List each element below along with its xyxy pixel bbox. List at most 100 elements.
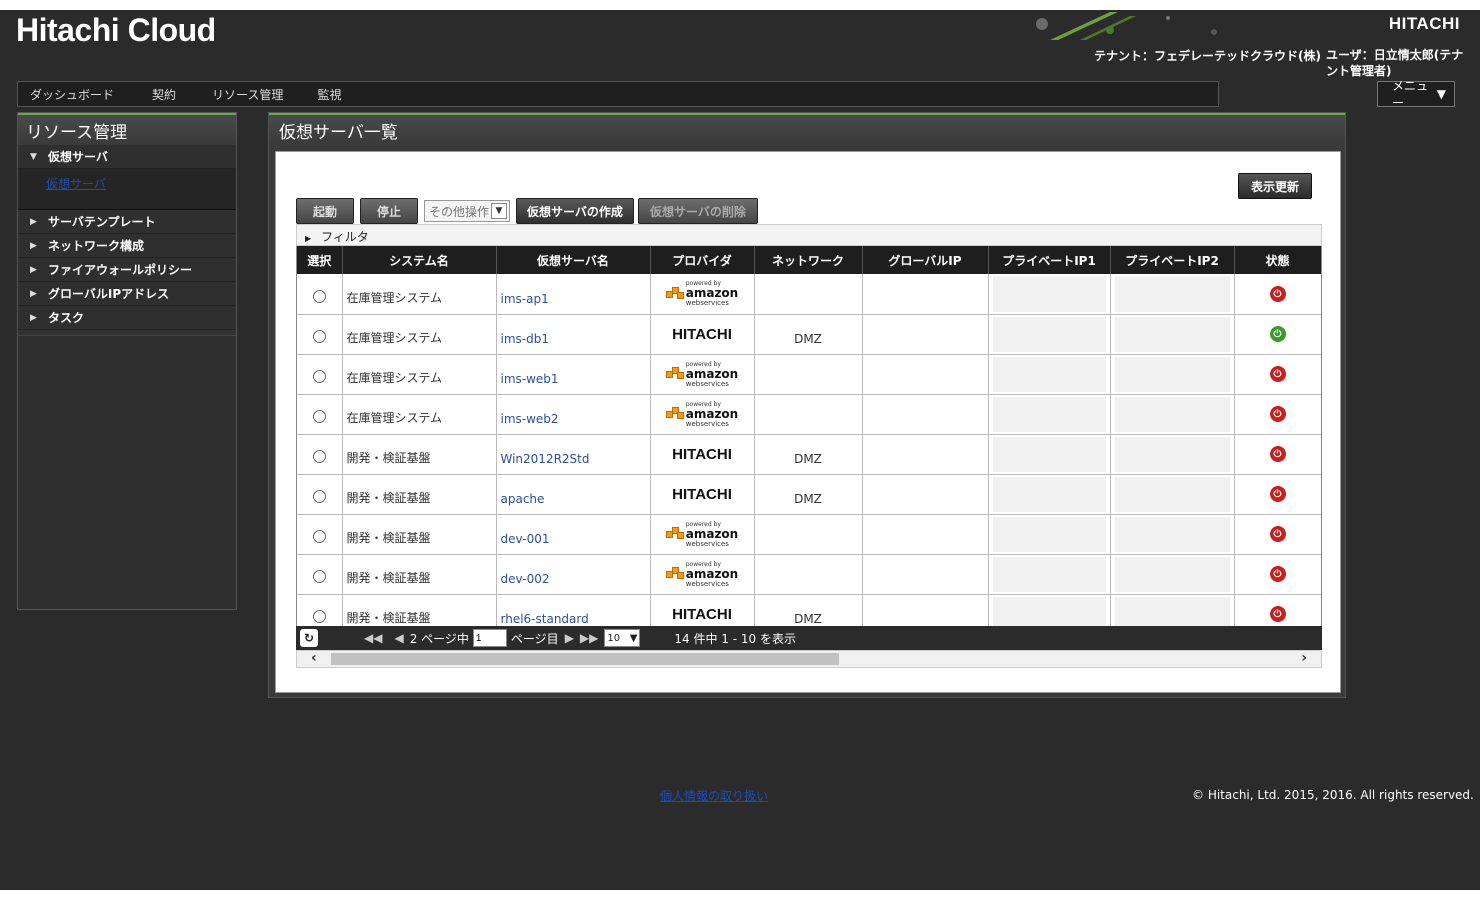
prev-page-icon[interactable]: ◀ — [394, 631, 403, 645]
private-ip1-cell — [988, 354, 1111, 395]
row-radio[interactable] — [312, 609, 326, 623]
table-row[interactable]: 開発・検証基盤 dev-002 powered by amazon webser… — [297, 554, 1321, 595]
table-row[interactable]: 在庫管理システム ims-web2 powered by amazon webs… — [297, 394, 1321, 435]
next-page-icon[interactable]: ▶ — [565, 631, 574, 645]
server-name-link[interactable]: ims-web1 — [496, 354, 651, 395]
aws-text: powered by amazon webservices — [685, 400, 739, 428]
horizontal-scrollbar[interactable]: ‹ › — [296, 650, 1322, 668]
column-header-select[interactable]: 選択 — [297, 246, 343, 274]
server-name-link[interactable]: dev-002 — [496, 554, 651, 595]
nav-resource-management[interactable]: リソース管理 — [200, 86, 295, 103]
start-button[interactable]: 起動 — [296, 198, 354, 224]
select-cell — [297, 514, 343, 555]
redacted-box — [1114, 396, 1230, 432]
row-radio[interactable] — [312, 329, 326, 343]
delete-server-button[interactable]: 仮想サーバの削除 — [638, 198, 758, 224]
private-ip1-cell — [988, 594, 1111, 626]
global-ip-cell — [862, 554, 989, 595]
sidebar-item-firewall[interactable]: ▶ ファイアウォールポリシー — [18, 258, 236, 282]
scroll-left-icon[interactable]: ‹ — [311, 650, 317, 666]
table-row[interactable]: 開発・検証基盤 apache HITACHI DMZ ⏻ — [297, 474, 1321, 515]
column-header-server-name[interactable]: 仮想サーバ名 — [496, 246, 651, 274]
private-ip2-cell — [1110, 354, 1235, 395]
status-cell: ⏻ — [1234, 314, 1321, 355]
nav-contract[interactable]: 契約 — [140, 86, 188, 103]
tenant-label: テナント：フェデレーテッドクラウド(株) — [1094, 49, 1321, 63]
server-table: 選択 システム名 仮想サーバ名 プロバイダ ネットワーク グローバルIP プライ… — [296, 246, 1322, 626]
sidebar-link-virtual-server-list[interactable]: 仮想サーバ — [46, 177, 106, 191]
sidebar-item-virtual-server[interactable]: ▼ 仮想サーバ — [18, 145, 236, 169]
triangle-down-icon: ▼ — [30, 151, 37, 162]
redacted-box — [992, 276, 1106, 312]
provider-cell: powered by amazon webservices — [650, 394, 755, 435]
first-page-icon[interactable]: ◀◀ — [364, 631, 382, 645]
server-name-link[interactable]: rhel6-standard — [496, 594, 651, 626]
system-name-cell: 開発・検証基盤 — [342, 474, 497, 515]
table-row[interactable]: 開発・検証基盤 dev-001 powered by amazon webser… — [297, 514, 1321, 555]
server-name-link[interactable]: ims-db1 — [496, 314, 651, 355]
column-header-network[interactable]: ネットワーク — [754, 246, 863, 274]
sidebar-item-network[interactable]: ▶ ネットワーク構成 — [18, 234, 236, 258]
stop-button[interactable]: 停止 — [360, 198, 418, 224]
refresh-button[interactable]: 表示更新 — [1238, 173, 1312, 199]
network-cell: DMZ — [754, 434, 863, 475]
redacted-box — [992, 436, 1106, 472]
sidebar-title: リソース管理 — [18, 113, 236, 145]
sidebar-item-server-template[interactable]: ▶ サーバテンプレート — [18, 210, 236, 234]
scroll-right-icon[interactable]: › — [1301, 650, 1307, 666]
network-cell — [754, 394, 863, 435]
global-ip-cell — [862, 514, 989, 555]
table-row[interactable]: 在庫管理システム ims-ap1 powered by amazon webse… — [297, 274, 1321, 315]
server-name-link[interactable]: ims-web2 — [496, 394, 651, 435]
filter-toggle[interactable]: ▶ フィルタ — [296, 224, 1322, 246]
provider-aws-logo: powered by amazon webservices — [665, 361, 738, 388]
server-name-link[interactable]: dev-001 — [496, 514, 651, 555]
network-cell: DMZ — [754, 594, 863, 626]
column-header-status[interactable]: 状態 — [1234, 246, 1321, 274]
triangle-right-icon: ▶ — [30, 240, 37, 251]
row-radio[interactable] — [312, 569, 326, 583]
server-name-link[interactable]: apache — [496, 474, 651, 515]
private-ip2-cell — [1110, 394, 1235, 435]
menu-dropdown[interactable]: メニュー ▼ — [1377, 79, 1455, 110]
provider-cell: HITACHI — [650, 474, 755, 515]
nav-dashboard[interactable]: ダッシュボード — [18, 86, 126, 103]
sidebar-item-label: タスク — [48, 311, 85, 325]
content-area: 表示更新 起動 停止 その他操作 ▼ 仮想サーバの作成 仮想サーバの削除 ▶ フ… — [275, 151, 1341, 693]
row-radio[interactable] — [312, 409, 326, 423]
server-name-link[interactable]: ims-ap1 — [496, 274, 651, 315]
create-server-button[interactable]: 仮想サーバの作成 — [516, 198, 634, 224]
privacy-link[interactable]: 個人情報の取り扱い — [660, 787, 768, 804]
column-header-global-ip[interactable]: グローバルIP — [862, 246, 989, 274]
row-radio[interactable] — [312, 289, 326, 303]
server-name-link[interactable]: Win2012R2Std — [496, 434, 651, 475]
row-radio[interactable] — [312, 369, 326, 383]
row-radio[interactable] — [312, 529, 326, 543]
scroll-thumb[interactable] — [331, 653, 839, 665]
chevron-down-icon: ▼ — [1436, 87, 1446, 101]
column-header-private-ip2[interactable]: プライベートIP2 — [1110, 246, 1235, 274]
table-row[interactable]: 開発・検証基盤 Win2012R2Std HITACHI DMZ ⏻ — [297, 434, 1321, 475]
power-stop-icon: ⏻ — [1269, 566, 1286, 583]
row-radio[interactable] — [312, 449, 326, 463]
private-ip2-cell — [1110, 274, 1235, 315]
row-radio[interactable] — [312, 489, 326, 503]
other-ops-select[interactable]: その他操作 ▼ — [424, 200, 510, 222]
table-row[interactable]: 在庫管理システム ims-web1 powered by amazon webs… — [297, 354, 1321, 395]
sidebar-item-task[interactable]: ▶ タスク — [18, 306, 236, 330]
reload-icon[interactable]: ↻ — [300, 629, 318, 647]
page-size-select[interactable]: 10 ▼ — [604, 629, 641, 647]
last-page-icon[interactable]: ▶▶ — [580, 631, 598, 645]
page-number-input[interactable] — [472, 629, 507, 647]
table-row[interactable]: 在庫管理システム ims-db1 HITACHI DMZ ⏻ — [297, 314, 1321, 355]
sidebar-subitem: 仮想サーバ — [18, 169, 236, 210]
column-header-provider[interactable]: プロバイダ — [650, 246, 755, 274]
table-row[interactable]: 開発・検証基盤 rhel6-standard HITACHI DMZ ⏻ — [297, 594, 1321, 626]
select-cell — [297, 394, 343, 435]
column-header-system[interactable]: システム名 — [342, 246, 497, 274]
select-cell — [297, 594, 343, 626]
column-header-private-ip1[interactable]: プライベートIP1 — [988, 246, 1111, 274]
nav-monitoring[interactable]: 監視 — [305, 86, 353, 103]
private-ip2-cell — [1110, 314, 1235, 355]
sidebar-item-global-ip[interactable]: ▶ グローバルIPアドレス — [18, 282, 236, 306]
